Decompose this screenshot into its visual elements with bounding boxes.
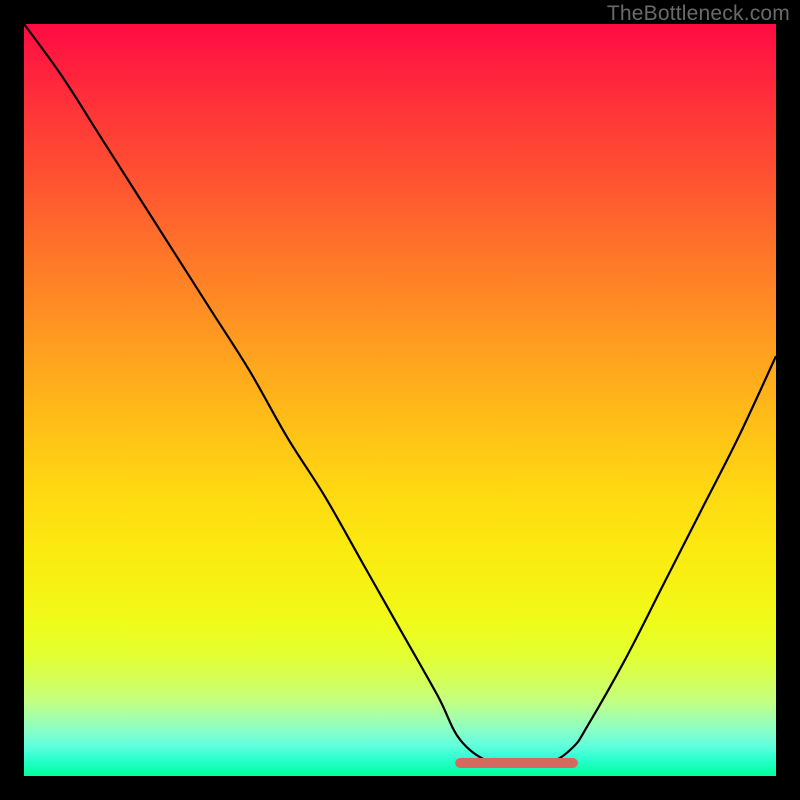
bottleneck-curve [24,24,776,764]
watermark-text: TheBottleneck.com [607,2,790,26]
curve-layer [24,24,776,776]
chart-area [24,24,776,776]
